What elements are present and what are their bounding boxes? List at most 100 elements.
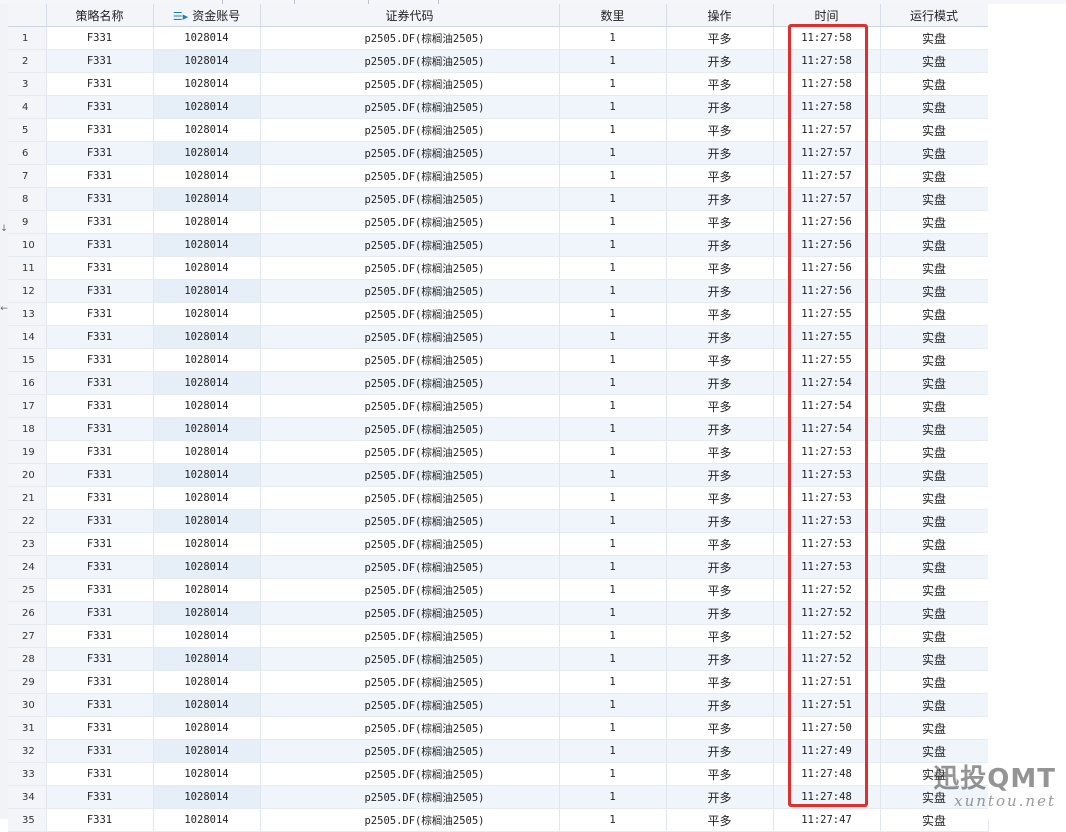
table-row[interactable]: 12 F331 1028014 p2505.DF(棕榈油2505) 1 开多 11:27:5… — [8, 279, 989, 303]
row-index: 22 — [8, 509, 47, 533]
cell-time: 11:27:55 — [773, 302, 881, 326]
row-index: 16 — [8, 371, 47, 395]
cell-time: 11:27:58 — [773, 95, 881, 119]
cell-mode: 实盘 — [880, 785, 989, 809]
cell-time: 11:27:55 — [773, 325, 881, 349]
cell-mode: 实盘 — [880, 532, 989, 556]
cell-code: p2505.DF(棕榈油2505) — [260, 532, 560, 556]
cell-time: 11:27:58 — [773, 49, 881, 73]
cell-time: 11:27:57 — [773, 141, 881, 165]
cell-account: 1028014 — [153, 348, 261, 372]
cell-time: 11:27:56 — [773, 279, 881, 303]
cell-time: 11:27:57 — [773, 164, 881, 188]
table-row[interactable]: 33 F331 1028014 p2505.DF(棕榈油2505) 1 平多 11:27:4… — [8, 762, 989, 786]
cell-account: 1028014 — [153, 187, 261, 211]
row-index: 26 — [8, 601, 47, 625]
cell-code: p2505.DF(棕榈油2505) — [260, 118, 560, 142]
col-header-time[interactable]: 时间 — [773, 4, 881, 27]
table-row[interactable]: 9 F331 1028014 p2505.DF(棕榈油2505) 1 平多 11:27:56… — [8, 210, 989, 234]
table-row[interactable]: 13 F331 1028014 p2505.DF(棕榈油2505) 1 平多 11:27:5… — [8, 302, 989, 326]
cell-qty: 1 — [559, 693, 667, 717]
table-row[interactable]: 16 F331 1028014 p2505.DF(棕榈油2505) 1 开多 11:27:5… — [8, 371, 989, 395]
table-row[interactable]: 32 F331 1028014 p2505.DF(棕榈油2505) 1 开多 11:27:4… — [8, 739, 989, 763]
table-row[interactable]: 29 F331 1028014 p2505.DF(棕榈油2505) 1 平多 11:27:5… — [8, 670, 989, 694]
row-index: 10 — [8, 233, 47, 257]
cell-op: 开多 — [666, 601, 774, 625]
table-row[interactable]: 26 F331 1028014 p2505.DF(棕榈油2505) 1 开多 11:27:5… — [8, 601, 989, 625]
cell-qty: 1 — [559, 647, 667, 671]
row-index: 2 — [8, 49, 47, 73]
cell-mode: 实盘 — [880, 325, 989, 349]
table-row[interactable]: 31 F331 1028014 p2505.DF(棕榈油2505) 1 平多 11:27:5… — [8, 716, 989, 740]
table-row[interactable]: 19 F331 1028014 p2505.DF(棕榈油2505) 1 平多 11:27:5… — [8, 440, 989, 464]
cell-time: 11:27:53 — [773, 486, 881, 510]
table-row[interactable]: 3 F331 1028014 p2505.DF(棕榈油2505) 1 平多 11:27:58… — [8, 72, 989, 96]
table-row[interactable]: 20 F331 1028014 p2505.DF(棕榈油2505) 1 开多 11:27:5… — [8, 463, 989, 487]
table-row[interactable]: 23 F331 1028014 p2505.DF(棕榈油2505) 1 平多 11:27:5… — [8, 532, 989, 556]
cell-time: 11:27:58 — [773, 72, 881, 96]
col-header-strategy[interactable]: 策略名称 — [46, 4, 154, 27]
col-header-code[interactable]: 证券代码 — [260, 4, 560, 27]
col-header-account[interactable]: ☰▸ 资金账号 — [153, 4, 261, 27]
cell-qty: 1 — [559, 739, 667, 763]
cell-mode: 实盘 — [880, 808, 989, 832]
row-index: 11 — [8, 256, 47, 280]
cell-mode: 实盘 — [880, 486, 989, 510]
table-row[interactable]: 18 F331 1028014 p2505.DF(棕榈油2505) 1 开多 11:27:5… — [8, 417, 989, 441]
table-row[interactable]: 11 F331 1028014 p2505.DF(棕榈油2505) 1 平多 11:27:5… — [8, 256, 989, 280]
cell-op: 开多 — [666, 325, 774, 349]
table-row[interactable]: 34 F331 1028014 p2505.DF(棕榈油2505) 1 开多 11:27:4… — [8, 785, 989, 809]
table-row[interactable]: 8 F331 1028014 p2505.DF(棕榈油2505) 1 开多 11:27:57… — [8, 187, 989, 211]
table-row[interactable]: 14 F331 1028014 p2505.DF(棕榈油2505) 1 开多 11:27:5… — [8, 325, 989, 349]
table-row[interactable]: 10 F331 1028014 p2505.DF(棕榈油2505) 1 开多 11:27:5… — [8, 233, 989, 257]
cell-code: p2505.DF(棕榈油2505) — [260, 739, 560, 763]
table-row[interactable]: 17 F331 1028014 p2505.DF(棕榈油2505) 1 平多 11:27:5… — [8, 394, 989, 418]
table-row[interactable]: 22 F331 1028014 p2505.DF(棕榈油2505) 1 开多 11:27:5… — [8, 509, 989, 533]
cell-code: p2505.DF(棕榈油2505) — [260, 72, 560, 96]
table-row[interactable]: 24 F331 1028014 p2505.DF(棕榈油2505) 1 开多 11:27:5… — [8, 555, 989, 579]
table-row[interactable]: 15 F331 1028014 p2505.DF(棕榈油2505) 1 平多 11:27:5… — [8, 348, 989, 372]
row-index: 5 — [8, 118, 47, 142]
table-row[interactable]: 7 F331 1028014 p2505.DF(棕榈油2505) 1 平多 11:27:57… — [8, 164, 989, 188]
cell-strategy: F331 — [46, 164, 154, 188]
cell-code: p2505.DF(棕榈油2505) — [260, 141, 560, 165]
table-row[interactable]: 4 F331 1028014 p2505.DF(棕榈油2505) 1 开多 11:27:58… — [8, 95, 989, 119]
cell-time: 11:27:57 — [773, 187, 881, 211]
cell-code: p2505.DF(棕榈油2505) — [260, 693, 560, 717]
cell-time: 11:27:54 — [773, 417, 881, 441]
cell-account: 1028014 — [153, 394, 261, 418]
col-header-qty[interactable]: 数里 — [559, 4, 667, 27]
cell-strategy: F331 — [46, 72, 154, 96]
cell-strategy: F331 — [46, 463, 154, 487]
cell-mode: 实盘 — [880, 72, 989, 96]
cell-code: p2505.DF(棕榈油2505) — [260, 164, 560, 188]
table-row[interactable]: 30 F331 1028014 p2505.DF(棕榈油2505) 1 开多 11:27:5… — [8, 693, 989, 717]
table-row[interactable]: 2 F331 1028014 p2505.DF(棕榈油2505) 1 开多 11:27:58… — [8, 49, 989, 73]
cell-account: 1028014 — [153, 279, 261, 303]
cell-mode: 实盘 — [880, 371, 989, 395]
cell-mode: 实盘 — [880, 233, 989, 257]
cell-qty: 1 — [559, 164, 667, 188]
cell-strategy: F331 — [46, 785, 154, 809]
cell-strategy: F331 — [46, 49, 154, 73]
table-row[interactable]: 6 F331 1028014 p2505.DF(棕榈油2505) 1 开多 11:27:57… — [8, 141, 989, 165]
cell-mode: 实盘 — [880, 463, 989, 487]
col-header-mode[interactable]: 运行模式 — [880, 4, 989, 27]
col-header-op[interactable]: 操作 — [666, 4, 774, 27]
cell-op: 开多 — [666, 647, 774, 671]
table-row[interactable]: 21 F331 1028014 p2505.DF(棕榈油2505) 1 平多 11:27:5… — [8, 486, 989, 510]
cell-op: 开多 — [666, 95, 774, 119]
cell-account: 1028014 — [153, 739, 261, 763]
table-row[interactable]: 27 F331 1028014 p2505.DF(棕榈油2505) 1 平多 11:27:5… — [8, 624, 989, 648]
table-row[interactable]: 35 F331 1028014 p2505.DF(棕榈油2505) 1 平多 11:27:4… — [8, 808, 989, 832]
cell-strategy: F331 — [46, 417, 154, 441]
table-row[interactable]: 25 F331 1028014 p2505.DF(棕榈油2505) 1 平多 11:27:5… — [8, 578, 989, 602]
cell-code: p2505.DF(棕榈油2505) — [260, 601, 560, 625]
cell-code: p2505.DF(棕榈油2505) — [260, 670, 560, 694]
table-row[interactable]: 1 F331 1028014 p2505.DF(棕榈油2505) 1 平多 11:27:58… — [8, 26, 989, 50]
cell-time: 11:27:53 — [773, 509, 881, 533]
table-row[interactable]: 28 F331 1028014 p2505.DF(棕榈油2505) 1 开多 11:27:5… — [8, 647, 989, 671]
col-header-index[interactable] — [8, 4, 47, 27]
table-row[interactable]: 5 F331 1028014 p2505.DF(棕榈油2505) 1 平多 11:27:57… — [8, 118, 989, 142]
cell-time: 11:27:52 — [773, 601, 881, 625]
